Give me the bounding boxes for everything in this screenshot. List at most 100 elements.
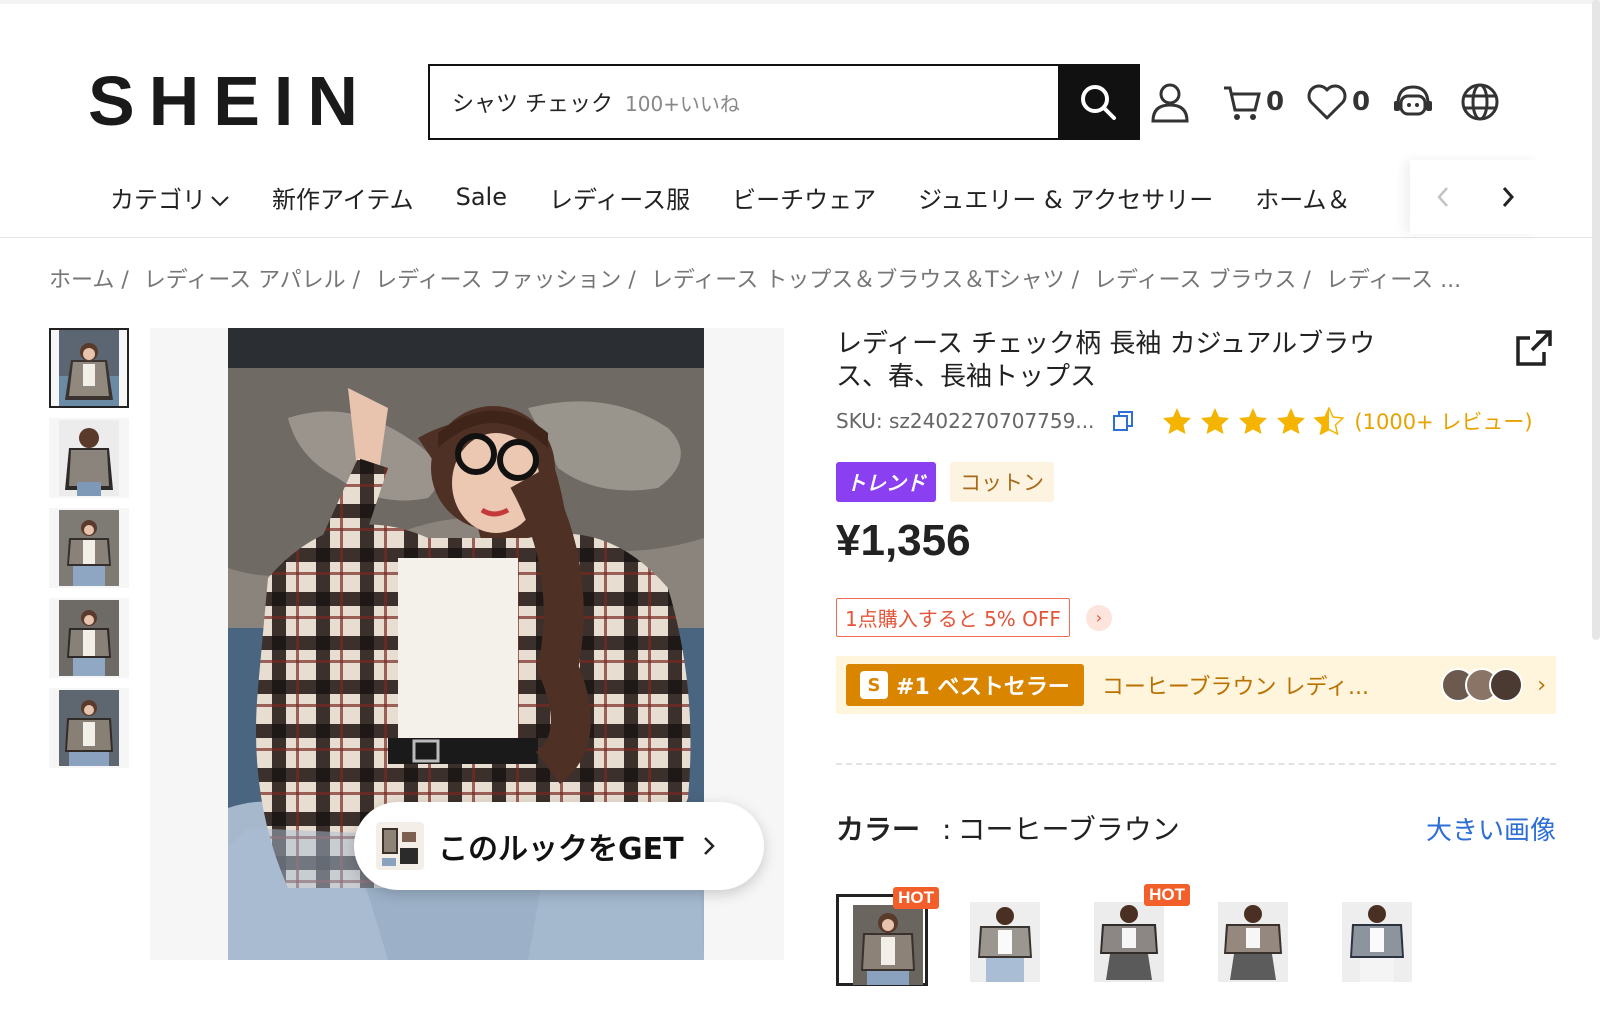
color-swatch[interactable] (1332, 894, 1424, 986)
bestseller-thumbnails (1441, 668, 1524, 702)
bestseller-badge: S #1 ベストセラー (846, 664, 1084, 706)
thumbnail[interactable] (49, 508, 129, 588)
chevron-right-icon[interactable] (1500, 185, 1516, 209)
swatch-image (853, 905, 923, 985)
search-input[interactable]: シャツ チェック 100+いいね (430, 66, 1058, 138)
shein-logo[interactable]: SHEIN (88, 66, 372, 136)
cart-button[interactable]: 0 (1222, 80, 1284, 124)
chevron-left-icon[interactable] (1435, 185, 1451, 209)
product-thumbnail-image (59, 420, 119, 496)
thumbnail[interactable] (49, 688, 129, 768)
star-icon (1201, 408, 1230, 434)
search-icon (1081, 85, 1116, 120)
site-header: SHEIN シャツ チェック 100+いいね 0 0 カテゴリ 新作アイテム S… (0, 0, 1600, 238)
search-button[interactable] (1058, 66, 1138, 138)
product-thumbnail-image (59, 690, 119, 766)
thumbnail[interactable] (49, 328, 129, 408)
promo-row[interactable]: 1点購入すると 5% OFF › (836, 598, 1112, 637)
heart-icon (1307, 84, 1347, 120)
product-thumbnail-image (59, 510, 119, 586)
product-tags: トレンド コットン (836, 462, 1054, 502)
nav-scroll-controls (1410, 160, 1540, 234)
product-price: ¥1,356 (836, 516, 971, 565)
chevron-down-icon (211, 195, 229, 206)
search-bar: シャツ チェック 100+いいね (428, 64, 1140, 140)
swatch-image (1218, 902, 1288, 982)
color-separator: : (942, 813, 952, 846)
hot-badge: HOT (1144, 884, 1190, 906)
swatch-image (1342, 902, 1412, 982)
sku-text: SKU: sz2402270707759... (836, 409, 1095, 433)
color-swatch[interactable]: HOT (836, 887, 939, 986)
rating-stars[interactable] (1162, 407, 1345, 435)
divider (836, 763, 1556, 765)
product-title: レディース チェック柄 長袖 カジュアルブラウス、春、長袖トップス (836, 329, 1376, 392)
promo-badge: 1点購入すると 5% OFF (836, 598, 1070, 637)
bestseller-text: コーヒーブラウン レディ... (1101, 675, 1369, 700)
sku-rating-row: SKU: sz2402270707759... (1000+ レビュー) (836, 406, 1556, 436)
avatar (1489, 668, 1524, 702)
swatch-image (1094, 902, 1164, 982)
breadcrumb-item[interactable]: レディース ... (1326, 268, 1461, 293)
copy-icon[interactable] (1112, 410, 1134, 432)
look-thumbnail (376, 822, 424, 870)
color-swatch[interactable]: HOT (1084, 884, 1190, 986)
star-icon (1163, 408, 1192, 434)
thumbnail[interactable] (49, 598, 129, 678)
chevron-right-icon: › (1537, 672, 1546, 698)
language-button[interactable] (1460, 80, 1500, 124)
bestseller-banner[interactable]: S #1 ベストセラー コーヒーブラウン レディ... › (836, 656, 1556, 714)
nav-item-home[interactable]: ホーム＆ (1255, 180, 1350, 215)
nav-item-label: カテゴリ (110, 185, 206, 214)
color-row: カラー : コーヒーブラウン 大きい画像 (836, 808, 1556, 848)
chevron-right-icon (703, 837, 715, 855)
get-look-label: このルックをGET (438, 832, 684, 867)
get-the-look-button[interactable]: このルックをGET (354, 802, 764, 890)
review-count[interactable]: (1000+ レビュー) (1354, 406, 1532, 436)
color-swatches: HOT HOT (836, 884, 1424, 986)
cart-count: 0 (1266, 87, 1285, 117)
breadcrumb-item[interactable]: ホーム / (49, 268, 129, 293)
nav-item-new[interactable]: 新作アイテム (272, 180, 414, 215)
account-button[interactable] (1150, 80, 1190, 124)
star-icon (1277, 408, 1306, 434)
share-icon[interactable] (1514, 328, 1554, 368)
color-swatch[interactable] (1208, 894, 1300, 986)
globe-icon (1461, 83, 1499, 121)
category-nav: カテゴリ 新作アイテム Sale レディース服 ビーチウェア ジュエリー & ア… (110, 175, 1392, 219)
nav-item-categories[interactable]: カテゴリ (110, 180, 230, 215)
breadcrumb-item[interactable]: レディース アパレル / (144, 268, 360, 293)
user-icon (1151, 83, 1189, 123)
trend-tag: トレンド (836, 462, 936, 502)
large-image-link[interactable]: 大きい画像 (1426, 810, 1556, 847)
nav-item-sale[interactable]: Sale (456, 183, 507, 211)
color-swatch[interactable] (960, 894, 1052, 986)
material-tag: コットン (950, 462, 1054, 502)
breadcrumb-item[interactable]: レディース ブラウス / (1094, 268, 1311, 293)
color-value: コーヒーブラウン (957, 813, 1180, 846)
wishlist-button[interactable]: 0 (1306, 80, 1370, 124)
thumbnail[interactable] (49, 418, 129, 498)
header-band (0, 0, 1600, 4)
breadcrumb: ホーム / レディース アパレル / レディース ファッション / レディース … (49, 262, 1569, 294)
wishlist-count: 0 (1352, 87, 1371, 117)
cart-icon (1224, 86, 1261, 120)
bestseller-label: #1 ベストセラー (896, 675, 1070, 700)
product-thumbnail-image (59, 600, 119, 676)
nav-item-women[interactable]: レディース服 (549, 180, 690, 215)
breadcrumb-item[interactable]: レディース トップス＆ブラウス＆Tシャツ / (651, 268, 1079, 293)
headset-icon (1394, 85, 1432, 116)
breadcrumb-item[interactable]: レディース ファッション / (375, 268, 636, 293)
color-label: カラー (836, 813, 921, 846)
thumbnail-list (49, 328, 129, 778)
star-icon (1239, 408, 1268, 434)
support-button[interactable] (1392, 80, 1434, 124)
bestseller-icon: S (860, 671, 888, 699)
nav-item-beachwear[interactable]: ビーチウェア (732, 180, 876, 215)
nav-item-jewelry[interactable]: ジュエリー & アクセサリー (918, 180, 1213, 215)
product-thumbnail-image (59, 330, 119, 406)
hot-badge: HOT (893, 887, 939, 909)
search-query: シャツ チェック (452, 92, 613, 117)
chevron-right-icon: › (1085, 604, 1112, 631)
scrollbar[interactable] (1592, 0, 1600, 640)
